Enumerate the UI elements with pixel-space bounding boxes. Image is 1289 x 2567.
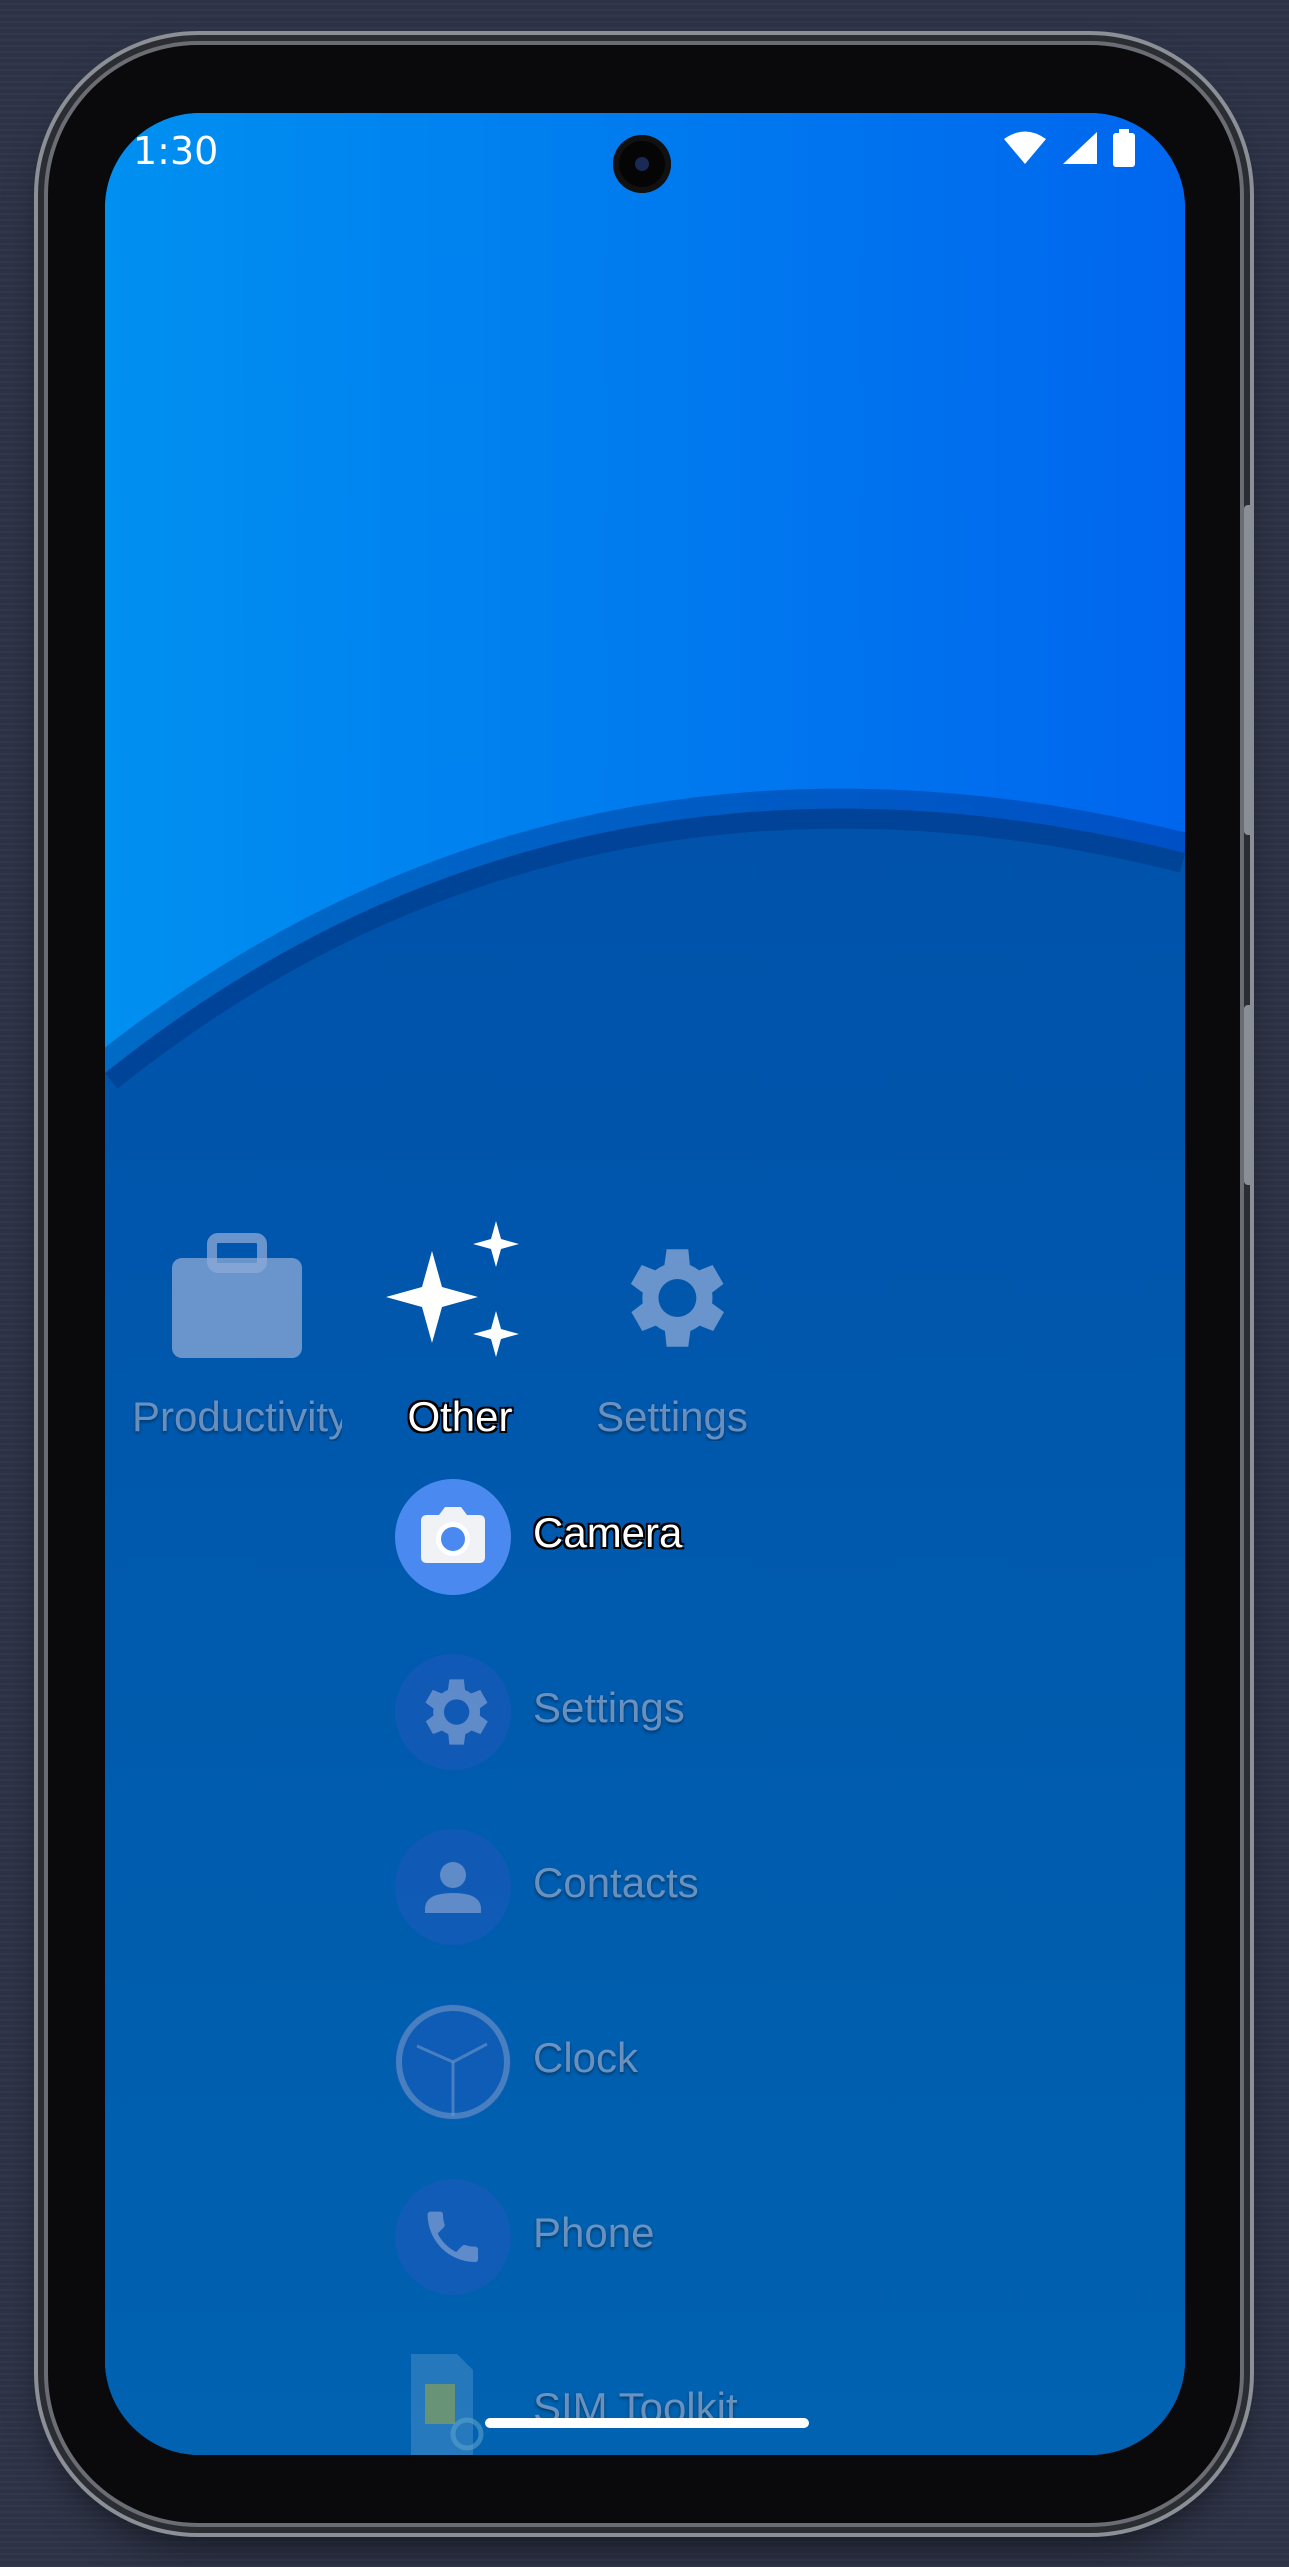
gear-icon bbox=[395, 1654, 511, 1770]
category-label: Other bbox=[407, 1393, 513, 1440]
app-item-camera[interactable]: Camera bbox=[395, 1479, 995, 1599]
app-item-settings[interactable]: Settings bbox=[395, 1654, 995, 1774]
app-item-sim-toolkit[interactable]: SIM Toolkit bbox=[395, 2354, 995, 2455]
category-label: Productivity bbox=[132, 1393, 342, 1440]
app-label: Settings bbox=[533, 1684, 685, 1731]
phone-screen: 1:30 Productivity Other Settings Camera … bbox=[105, 113, 1185, 2455]
app-item-phone[interactable]: Phone bbox=[395, 2179, 995, 2299]
power-button bbox=[1244, 1005, 1254, 1185]
app-item-contacts[interactable]: Contacts bbox=[395, 1829, 995, 1949]
briefcase-icon bbox=[172, 1233, 302, 1358]
category-label: Settings bbox=[596, 1393, 748, 1440]
app-label: Contacts bbox=[533, 1859, 699, 1906]
gear-icon bbox=[630, 1249, 724, 1347]
battery-icon bbox=[1113, 129, 1135, 167]
signal-icon bbox=[1063, 132, 1097, 164]
status-icons bbox=[1003, 129, 1135, 167]
camera-icon bbox=[395, 1479, 511, 1595]
home-gesture-bar[interactable] bbox=[485, 2418, 809, 2428]
phone-icon bbox=[395, 2179, 511, 2295]
sim-card-icon bbox=[395, 2354, 511, 2455]
front-camera bbox=[613, 135, 671, 193]
app-label: Clock bbox=[533, 2034, 639, 2081]
sparkle-icon bbox=[386, 1221, 519, 1357]
app-item-clock[interactable]: Clock bbox=[395, 2004, 995, 2124]
app-label: Camera bbox=[533, 1509, 683, 1556]
status-time: 1:30 bbox=[133, 129, 219, 173]
wifi-icon bbox=[1004, 131, 1046, 164]
volume-button bbox=[1244, 505, 1254, 835]
app-label: Phone bbox=[533, 2209, 655, 2256]
person-icon bbox=[395, 1829, 511, 1945]
clock-icon bbox=[395, 2004, 511, 2120]
